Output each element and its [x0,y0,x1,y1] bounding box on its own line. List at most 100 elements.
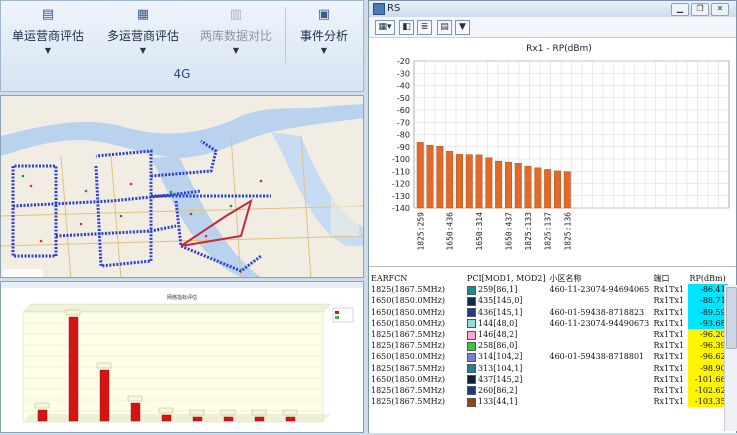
table-row[interactable]: 1650(1850.0MHz) 435[145,0] Rx1Tx1 -88.71 [369,295,728,307]
rp-cell: -96.62 [687,351,728,363]
rs-table[interactable]: EARFCN PCI[MOD1, MOD2] 小区名称 端口 RP(dBm) 1… [369,273,736,433]
table-row[interactable]: 1650(1850.0MHz) 436[145,1] 460-01-59438-87… [369,306,728,318]
table-row[interactable]: 1825(1867.5MHz) 258[86,0] Rx1Tx1 -96.39 [369,340,728,352]
port-cell: Rx1Tx1 [653,307,685,317]
table-row[interactable]: 1825(1867.5MHz) 313[104,1] Rx1Tx1 -98.90 [369,362,728,374]
cell-name-cell: 460-01-59438-8718823 [549,307,645,317]
palette-icon[interactable]: ◧ [399,20,414,35]
x-tick-label: 1825:259 [416,212,425,251]
header-earfcn[interactable]: EARFCN [369,273,465,284]
pci-cell: 314[104,2] [465,351,548,362]
rp-cell: -96.39 [687,340,728,352]
scrollbar-thumb[interactable] [726,287,737,349]
pci-cell: 258[86,0] [465,340,548,351]
rp-cell: -89.59 [687,306,728,318]
y-tick-label: -120 [392,180,410,189]
dual-db-compare-button[interactable]: ▥ 两库数据对比 ▼ [196,5,276,63]
table-icon[interactable]: ≣ [417,20,432,35]
pci-value: 435[145,0] [478,296,523,306]
filter-icon[interactable]: ▼ [455,20,470,35]
pci-color-swatch [467,397,476,407]
rp-chart: Rx1 - RP(dBm) -20 -30 -40 -50 -60 -70 -80 -90 -1… [369,38,736,267]
chart-type-icon[interactable]: ▦▾ [375,20,395,35]
close-button[interactable]: ✕ [711,3,729,16]
rp-cell: -102.62 [687,384,728,397]
event-analysis-icon: ▣ [317,7,331,22]
rp-cell: -96.20 [687,328,728,341]
cell-name-cell [548,385,652,396]
single-operator-eval-button[interactable]: ▤ 单运营商评估 ▼ [9,5,87,63]
rp-bar [514,162,522,209]
rs-title-bar[interactable]: RS ▁ ❐ ✕ [369,1,736,18]
header-rp[interactable]: RP(dBm) [688,273,728,284]
pci-value: 313[104,1] [478,363,523,373]
x-tick-label: 1825:136 [563,212,572,251]
pci-color-swatch [467,375,476,385]
table-row[interactable]: 1825(1867.5MHz) 133[44,1] Rx1Tx1 -103.35 [369,396,728,408]
pci-color-swatch [467,330,476,340]
header-pci[interactable]: PCI[MOD1, MOD2] [465,273,548,284]
map-canvas [1,96,363,277]
earfcn-cell: 1825(1867.5MHz) [371,385,445,395]
database-compare-icon: ▥ [229,7,243,22]
y-tick-label: -80 [397,131,410,140]
document-compare-icon: ▦ [136,7,150,22]
earfcn-cell: 1825(1867.5MHz) [371,397,445,407]
rp-bar [475,154,483,209]
port-cell: Rx1Tx1 [653,397,685,407]
y-tick-label: -60 [397,106,410,115]
earfcn-cell: 1825(1867.5MHz) [371,330,445,340]
table-row[interactable]: 1825(1867.5MHz) 260[86,2] Rx1Tx1 -102.62 [369,384,728,397]
pci-value: 144[48,0] [478,318,518,328]
cell-name-cell [548,396,652,407]
earfcn-cell: 1650(1850.0MHz) [371,374,445,384]
cell-name-cell [548,374,652,385]
table-row[interactable]: 1650(1850.0MHz) 144[48,0] 460-11-23074-944… [369,317,728,329]
rp-chart-svg: Rx1 - RP(dBm) -20 -30 -40 -50 -60 -70 -80 -90 -1… [392,44,730,251]
rp-cell: -101.66 [687,373,728,385]
header-port[interactable]: 端口 [652,273,688,284]
cell-name-cell: 460-11-23074-94490673 [549,318,650,328]
port-cell: Rx1Tx1 [653,285,685,295]
port-cell: Rx1Tx1 [653,330,685,340]
ribbon-group-label: 4G [173,67,191,81]
table-row[interactable]: 1825(1867.5MHz) 259[86,1] 460-11-23074-946… [369,284,728,296]
minimize-button[interactable]: ▁ [671,3,689,16]
rp-chart-title: Rx1 - RP(dBm) [526,44,592,54]
cell-name-cell [548,363,652,374]
pci-color-swatch [467,352,476,362]
chevron-down-icon: ▼ [139,46,147,55]
rp-bar [534,167,542,209]
pci-value: 133[44,1] [478,397,518,407]
header-cell-name[interactable]: 小区名称 [548,273,652,284]
table-row[interactable]: 1650(1850.0MHz) 437[145,2] Rx1Tx1 -101.66 [369,373,728,385]
event-analysis-button[interactable]: ▣ 事件分析 ▼ [293,5,355,63]
rs-window: RS ▁ ❐ ✕ ▦▾ ◧ ≣ ▤ ▼ Rx1 - RP(dBm) -20 -30… [368,0,737,433]
rp-bar [446,151,454,209]
map-view[interactable] [0,95,364,278]
list-icon[interactable]: ▤ [437,20,452,35]
cell-name-cell [548,295,652,306]
table-vertical-scrollbar[interactable] [724,285,737,431]
y-tick-label: -140 [392,204,410,213]
rp-bar [455,154,463,209]
pci-color-swatch [467,319,476,329]
restore-button[interactable]: ❐ [691,3,709,16]
y-tick-label: -20 [397,57,410,66]
port-cell: Rx1Tx1 [653,296,685,306]
y-tick-label: -50 [397,94,410,103]
pci-color-swatch [467,285,476,295]
rp-cell: -88.71 [687,295,728,307]
window-app-icon [373,3,385,15]
table-row[interactable]: 1825(1867.5MHz) 146[48,2] Rx1Tx1 -96.20 [369,328,728,341]
multi-operator-eval-button[interactable]: ▦ 多运营商评估 ▼ [103,5,183,63]
table-row[interactable]: 1650(1850.0MHz) 314[104,2] 460-01-59438-87… [369,351,728,363]
rp-bar [495,160,503,209]
chevron-down-icon: ▼ [320,46,328,55]
x-tick-label: 1650:436 [446,212,455,251]
rp-bar [563,171,571,209]
y-tick-label: -70 [397,118,410,127]
pci-value: 437[145,2] [478,374,523,384]
ribbon-separator [285,7,286,63]
port-cell: Rx1Tx1 [653,318,685,328]
